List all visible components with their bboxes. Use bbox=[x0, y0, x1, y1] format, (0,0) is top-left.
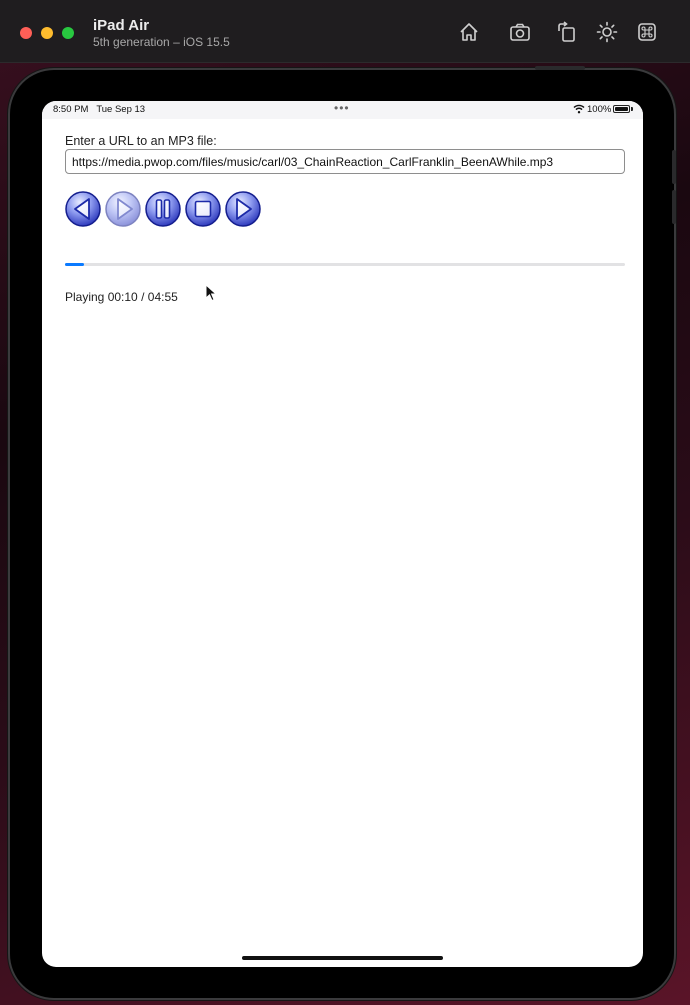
rotate-icon[interactable] bbox=[556, 21, 578, 43]
screenshot-icon[interactable] bbox=[509, 21, 531, 43]
shortcut-icon[interactable] bbox=[636, 21, 658, 43]
playback-controls bbox=[65, 191, 261, 229]
stop-icon bbox=[185, 191, 221, 227]
mouse-pointer-icon bbox=[205, 284, 217, 302]
top-power-button bbox=[535, 66, 585, 70]
ipad-screen: 8:50 PM Tue Sep 13 ••• 100% Enter a URL … bbox=[42, 101, 643, 967]
status-bar: 8:50 PM Tue Sep 13 ••• 100% bbox=[42, 101, 643, 119]
play-icon bbox=[105, 191, 141, 227]
status-duration: 04:55 bbox=[147, 290, 178, 304]
battery-icon bbox=[613, 105, 630, 113]
home-indicator[interactable] bbox=[242, 956, 443, 960]
url-input[interactable] bbox=[65, 149, 625, 174]
close-window-button[interactable] bbox=[20, 27, 32, 39]
playback-status: Playing 00:10 / 04:55 bbox=[65, 290, 178, 304]
playback-progress-bar[interactable] bbox=[65, 263, 625, 266]
status-time: 8:50 PM Tue Sep 13 bbox=[53, 104, 146, 115]
zoom-window-button[interactable] bbox=[62, 27, 74, 39]
multitasking-dots[interactable]: ••• bbox=[334, 101, 350, 115]
rewind-button[interactable] bbox=[65, 191, 101, 227]
battery-tip bbox=[631, 107, 633, 111]
stop-button[interactable] bbox=[185, 191, 221, 227]
simulator-title-bar: iPad Air 5th generation – iOS 15.5 bbox=[0, 0, 690, 63]
url-label: Enter a URL to an MP3 file: bbox=[65, 134, 217, 148]
status-separator: / bbox=[141, 290, 145, 304]
pause-icon bbox=[145, 191, 181, 227]
home-icon[interactable] bbox=[458, 21, 480, 43]
play-button[interactable] bbox=[105, 191, 141, 227]
simulator-device-name: iPad Air bbox=[93, 17, 150, 34]
rewind-icon bbox=[65, 191, 101, 227]
status-state: Playing bbox=[65, 290, 105, 304]
volume-down-button bbox=[672, 190, 676, 224]
simulator-device-subtitle: 5th generation – iOS 15.5 bbox=[93, 35, 230, 49]
status-position: 00:10 bbox=[107, 290, 138, 304]
appearance-icon[interactable] bbox=[596, 21, 618, 43]
pause-button[interactable] bbox=[145, 191, 181, 227]
minimize-window-button[interactable] bbox=[41, 27, 53, 39]
playback-progress-fill bbox=[65, 263, 85, 266]
forward-icon bbox=[225, 191, 261, 227]
forward-button[interactable] bbox=[225, 191, 261, 227]
wifi-icon bbox=[573, 104, 585, 114]
battery-percentage: 100% bbox=[587, 104, 612, 115]
volume-up-button bbox=[672, 150, 676, 184]
